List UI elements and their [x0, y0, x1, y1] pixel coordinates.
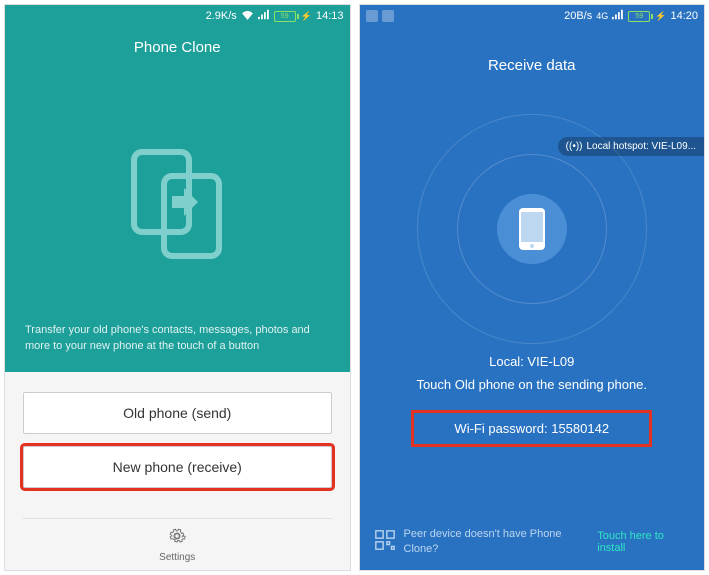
- status-speed: 2.9K/s: [206, 10, 237, 22]
- header-area: Phone Clone Transfer your old phone's co…: [5, 27, 350, 372]
- hotspot-label: Local hotspot: VIE-L09...: [586, 141, 696, 152]
- hotspot-icon: ((•)): [566, 141, 583, 152]
- button-area: Old phone (send) New phone (receive) Set…: [5, 372, 350, 570]
- phone-clone-icon: [122, 84, 232, 323]
- wifi-password-text: Wi-Fi password: 15580142: [454, 421, 609, 436]
- notif-icon: [382, 10, 394, 22]
- instruction-text: Touch Old phone on the sending phone.: [416, 377, 647, 392]
- phone-right: 20B/s 4G 59 ⚡ 14:20 Receive data ((•)) L…: [359, 4, 706, 571]
- radar-ring-inner: [457, 154, 607, 304]
- old-phone-button[interactable]: Old phone (send): [23, 392, 332, 434]
- status-bar: 2.9K/s 59 ⚡ 14:13: [5, 5, 350, 27]
- new-phone-button[interactable]: New phone (receive): [23, 446, 332, 488]
- settings-label: Settings: [159, 552, 195, 563]
- wifi-icon: [241, 9, 254, 23]
- phone-disc-icon: [497, 194, 567, 264]
- signal-icon: [612, 9, 624, 23]
- signal-icon: [258, 9, 270, 23]
- page-title: Receive data: [488, 57, 576, 74]
- phone-left: 2.9K/s 59 ⚡ 14:13 Phone Clone Transfer y…: [4, 4, 351, 571]
- notif-icon: [366, 10, 378, 22]
- touch-install-link[interactable]: Touch here to install: [597, 530, 690, 554]
- receive-body: Receive data ((•)) Local hotspot: VIE-L0…: [360, 27, 705, 570]
- peer-text: Peer device doesn't have Phone Clone?: [404, 527, 590, 556]
- description-text: Transfer your old phone's contacts, mess…: [25, 323, 330, 354]
- gear-icon: [168, 527, 186, 550]
- battery-icon: 59 ⚡: [628, 11, 666, 22]
- status-net: 4G: [596, 11, 608, 21]
- status-speed: 20B/s: [564, 10, 592, 22]
- battery-icon: 59 ⚡: [274, 11, 312, 22]
- footer-settings[interactable]: Settings: [23, 518, 332, 570]
- local-name: Local: VIE-L09: [489, 354, 574, 369]
- qr-icon: [374, 529, 396, 554]
- peer-row: Peer device doesn't have Phone Clone? To…: [360, 517, 705, 570]
- hotspot-pill: ((•)) Local hotspot: VIE-L09...: [558, 137, 704, 156]
- status-time: 14:20: [670, 10, 698, 22]
- status-time: 14:13: [316, 10, 344, 22]
- wifi-password-box: Wi-Fi password: 15580142: [411, 410, 652, 447]
- status-bar: 20B/s 4G 59 ⚡ 14:20: [360, 5, 705, 27]
- page-title: Phone Clone: [134, 39, 221, 56]
